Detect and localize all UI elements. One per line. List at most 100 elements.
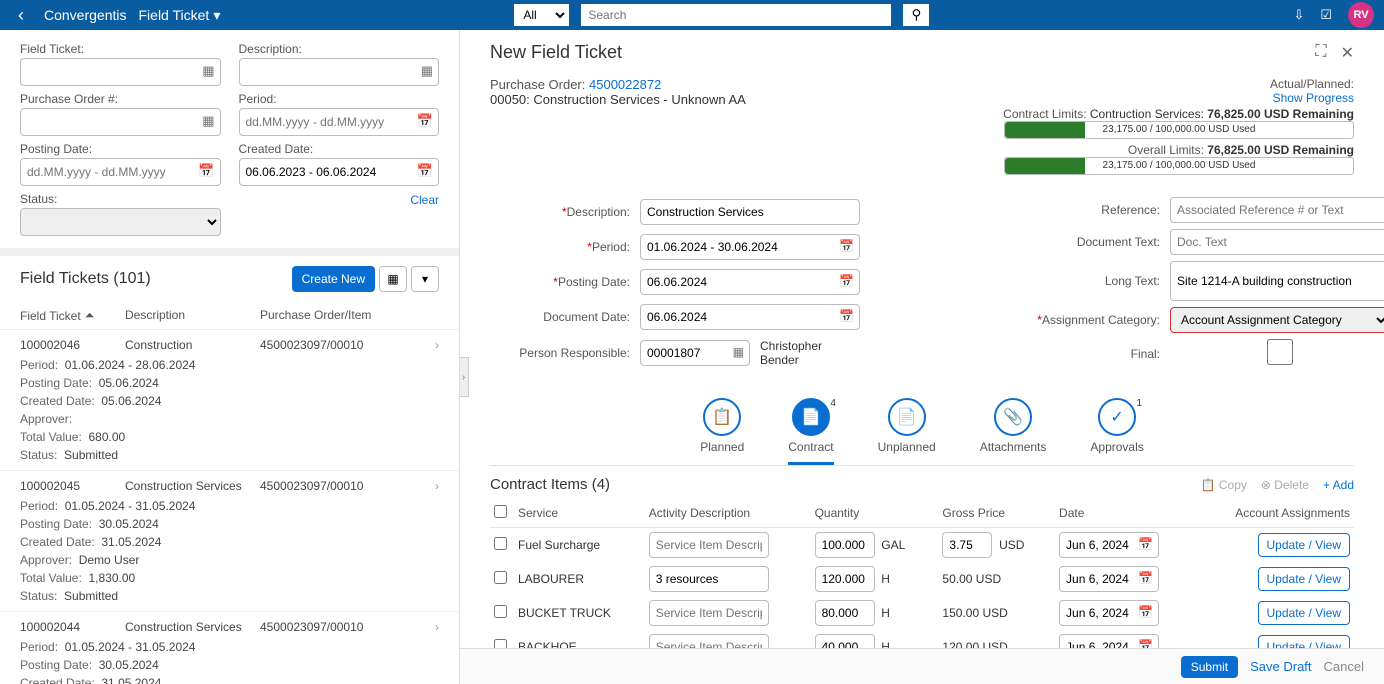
filter-status-label: Status: [20, 192, 221, 206]
ticket-row[interactable]: 100002045Construction Services4500023097… [0, 471, 459, 612]
list-title: Field Tickets (101) [20, 270, 151, 288]
overall-limit-bar: 23,175.00 / 100,000.00 USD Used [1004, 157, 1354, 175]
show-progress-link[interactable]: Show Progress [1273, 91, 1354, 105]
posting-date-input[interactable] [640, 269, 860, 295]
page-icon: 📄 [897, 407, 917, 427]
document-text-label: Document Text: [1020, 235, 1160, 249]
person-name: Christopher Bender [760, 339, 860, 367]
final-checkbox[interactable] [1170, 339, 1384, 365]
filter-created-input[interactable] [239, 158, 440, 186]
row-checkbox[interactable] [494, 605, 507, 618]
filter-po-label: Purchase Order #: [20, 92, 221, 106]
paperclip-icon: 📎 [1003, 407, 1023, 427]
row-checkbox[interactable] [494, 571, 507, 584]
detail-title: New Field Ticket [490, 42, 622, 63]
activity-input[interactable] [649, 566, 769, 592]
save-draft-button[interactable]: Save Draft [1250, 659, 1311, 674]
update-view-button[interactable]: Update / View [1258, 601, 1351, 625]
expand-handle[interactable]: › [460, 357, 469, 397]
update-view-button[interactable]: Update / View [1258, 567, 1351, 591]
table-row: Fuel Surcharge GAL USD 📅 Update / View [490, 528, 1354, 563]
add-button[interactable]: + Add [1323, 478, 1354, 492]
period-input[interactable] [640, 234, 860, 260]
topbar: ‹ Convergentis Field Ticket ▾ All ⚲ ⇩ ☑ … [0, 0, 1384, 30]
service-name: LABOURER [514, 562, 645, 596]
service-name: Fuel Surcharge [514, 528, 645, 563]
ticket-row[interactable]: 100002046Construction4500023097/00010› P… [0, 330, 459, 471]
tab-planned[interactable]: 📋Planned [700, 398, 744, 465]
delete-button[interactable]: ⊗ Delete [1261, 478, 1309, 492]
back-icon[interactable]: ‹ [10, 5, 32, 26]
tab-attachments[interactable]: 📎Attachments [980, 398, 1047, 465]
document-date-input[interactable] [640, 304, 860, 330]
contract-items-table: Service Activity Description Quantity Gr… [490, 499, 1354, 664]
po-label: Purchase Order: [490, 77, 585, 92]
tab-unplanned[interactable]: 📄Unplanned [878, 398, 936, 465]
qty-input[interactable] [815, 532, 875, 558]
po-link[interactable]: 4500022872 [589, 77, 661, 92]
activity-input[interactable] [649, 600, 769, 626]
reference-input[interactable] [1170, 197, 1384, 223]
download-icon[interactable]: ⇩ [1293, 7, 1304, 23]
check-icon: ✓ [1110, 407, 1123, 427]
bell-icon[interactable]: ☑ [1320, 7, 1332, 23]
left-panel: Field Ticket:▦ Description:▦ Purchase Or… [0, 30, 460, 684]
filter-description-label: Description: [239, 42, 440, 56]
table-row: LABOURER H 50.00 USD 📅 Update / View [490, 562, 1354, 596]
service-name: BUCKET TRUCK [514, 596, 645, 630]
submit-button[interactable]: Submit [1181, 656, 1238, 678]
search-input[interactable] [581, 4, 891, 26]
filter-po-input[interactable] [20, 108, 221, 136]
ticket-row[interactable]: 100002044Construction Services4500023097… [0, 612, 459, 684]
list-column-header: Field Ticket ⏶ Description Purchase Orde… [0, 302, 459, 330]
chevron-down-icon: ▾ [213, 7, 220, 24]
tab-approvals[interactable]: ✓1Approvals [1090, 398, 1143, 465]
chevron-right-icon: › [435, 620, 439, 634]
search-scope-select[interactable]: All [514, 4, 569, 26]
person-responsible-label: Person Responsible: [490, 346, 630, 360]
search-button[interactable]: ⚲ [903, 4, 929, 26]
page-title-dropdown[interactable]: Field Ticket ▾ [139, 7, 221, 24]
calendar-icon: 📅 [839, 239, 854, 253]
update-view-button[interactable]: Update / View [1258, 533, 1351, 557]
calendar-icon: 📅 [1138, 537, 1153, 551]
assignment-category-select[interactable]: Account Assignment Category [1170, 307, 1384, 333]
filter-status-select[interactable] [20, 208, 221, 236]
create-new-button[interactable]: Create New [292, 266, 375, 292]
tab-contract[interactable]: 📄4Contract [788, 398, 833, 465]
calendar-icon: 📅 [1138, 571, 1153, 585]
filter-period-label: Period: [239, 92, 440, 106]
fullscreen-icon[interactable]: ⛶ [1315, 43, 1326, 63]
detail-panel: › New Field Ticket ⛶ ✕ Purchase Order: 4… [460, 30, 1384, 684]
filter-posting-input[interactable] [20, 158, 221, 186]
filter-field-ticket-input[interactable] [20, 58, 221, 86]
calendar-icon: 📅 [1138, 605, 1153, 619]
copy-button[interactable]: 📋 Copy [1201, 478, 1247, 492]
qty-input[interactable] [815, 600, 875, 626]
description-label: Description: [490, 205, 630, 219]
filter-icon[interactable]: ⏶ [85, 308, 95, 323]
long-text-input[interactable] [1170, 261, 1384, 301]
clear-link[interactable]: Clear [410, 193, 439, 207]
posting-date-label: Posting Date: [490, 275, 630, 289]
user-avatar[interactable]: RV [1348, 2, 1374, 28]
gross-input[interactable] [942, 532, 992, 558]
sort-button[interactable]: ▾ [411, 266, 439, 292]
close-icon[interactable]: ✕ [1341, 43, 1354, 63]
description-input[interactable] [640, 199, 860, 225]
filter-field-ticket-label: Field Ticket: [20, 42, 221, 56]
assignment-category-label: Assignment Category: [1020, 313, 1160, 327]
filter-period-input[interactable] [239, 108, 440, 136]
row-checkbox[interactable] [494, 537, 507, 550]
long-text-label: Long Text: [1020, 274, 1160, 288]
clipboard-icon: 📋 [712, 407, 732, 427]
filter-description-input[interactable] [239, 58, 440, 86]
cancel-button[interactable]: Cancel [1324, 659, 1364, 674]
search-icon: ⚲ [911, 7, 921, 23]
items-title: Contract Items (4) [490, 476, 610, 493]
qty-input[interactable] [815, 566, 875, 592]
columns-button[interactable]: ▦ [379, 266, 407, 292]
document-text-input[interactable] [1170, 229, 1384, 255]
activity-input[interactable] [649, 532, 769, 558]
select-all-checkbox[interactable] [494, 505, 507, 518]
